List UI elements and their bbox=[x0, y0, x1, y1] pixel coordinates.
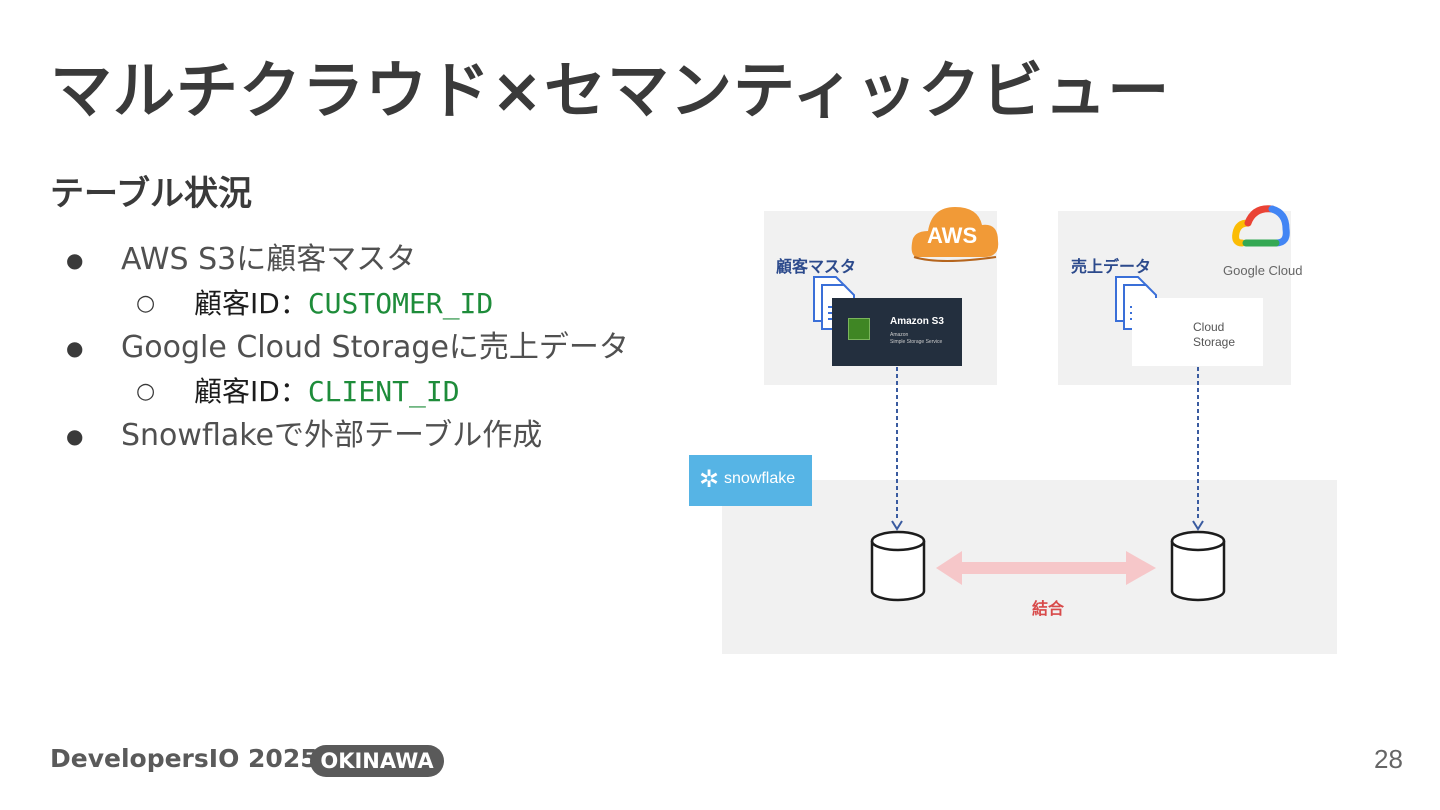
event-badge: OKINAWA bbox=[310, 745, 444, 777]
column-name-code: CUSTOMER_ID bbox=[307, 287, 494, 320]
google-cloud-icon bbox=[1232, 205, 1290, 247]
bullet-text: Snowflakeで外部テーブル作成 bbox=[121, 418, 543, 453]
bullet-text: Google Cloud Storageに売上データ bbox=[121, 330, 629, 365]
dashed-arrow-gcp bbox=[1192, 367, 1204, 531]
sub-bullet-marker: ○ bbox=[136, 379, 156, 404]
database-icon bbox=[870, 530, 926, 602]
sub-bullet-label: 顧客ID： bbox=[194, 287, 308, 320]
bullet-marker: ● bbox=[66, 248, 84, 272]
page-number: 28 bbox=[1374, 744, 1403, 774]
amazon-s3-card: Amazon S3 Amazon Simple Storage Service bbox=[832, 298, 962, 366]
snowflake-badge: ✲ snowflake bbox=[689, 455, 812, 506]
bullet-text: AWS S3に顧客マスタ bbox=[121, 242, 417, 277]
gcs-label: Storage bbox=[1193, 335, 1236, 349]
bullet-aws-s3: ● AWS S3に顧客マスタ bbox=[66, 238, 629, 282]
s3-name: Amazon S3 bbox=[890, 316, 944, 327]
architecture-diagram: 顧客マスタ AWS Amazon S3 Amazon Simple Storag… bbox=[680, 195, 1360, 665]
sub-bullet-label: 顧客ID： bbox=[194, 375, 308, 408]
bullet-snowflake: ● Snowflakeで外部テーブル作成 bbox=[66, 414, 629, 458]
cloud-storage-card: Cloud Storage bbox=[1132, 298, 1263, 366]
database-icon bbox=[1170, 530, 1226, 602]
gcp-panel-label: 売上データ bbox=[1071, 257, 1152, 276]
gcs-label: Cloud bbox=[1193, 320, 1225, 334]
bullet-marker: ● bbox=[66, 336, 84, 360]
aws-panel-label: 顧客マスタ bbox=[776, 257, 857, 276]
dashed-arrow-aws bbox=[891, 367, 903, 531]
sub-bullet-customer-id: ○ 顧客ID：CUSTOMER_ID bbox=[66, 282, 629, 326]
s3-subtitle: Simple Storage Service bbox=[890, 339, 943, 345]
slide-title: マルチクラウド×セマンティックビュー bbox=[50, 54, 1171, 127]
bullet-marker: ● bbox=[66, 424, 84, 448]
sub-bullet-client-id: ○ 顧客ID：CLIENT_ID bbox=[66, 370, 629, 414]
sub-bullet-marker: ○ bbox=[136, 291, 156, 316]
snowflake-label: snowflake bbox=[724, 470, 796, 487]
column-name-code: CLIENT_ID bbox=[307, 375, 460, 408]
bullet-gcs: ● Google Cloud Storageに売上データ bbox=[66, 326, 629, 370]
s3-subtitle: Amazon bbox=[890, 332, 909, 338]
footer-brand: DevelopersIO 2025 bbox=[50, 744, 318, 773]
snowflake-icon: ✲ bbox=[699, 465, 720, 493]
bullet-list: ● AWS S3に顧客マスタ ○ 顧客ID：CUSTOMER_ID ● Goog… bbox=[66, 238, 629, 458]
s3-bucket-icon bbox=[848, 318, 870, 340]
google-cloud-label: Google Cloud bbox=[1223, 263, 1303, 278]
join-label: 結合 bbox=[1032, 599, 1065, 618]
section-subtitle: テーブル状況 bbox=[50, 174, 252, 214]
aws-badge-text: AWS bbox=[927, 223, 978, 248]
double-arrow-icon bbox=[936, 551, 1156, 585]
